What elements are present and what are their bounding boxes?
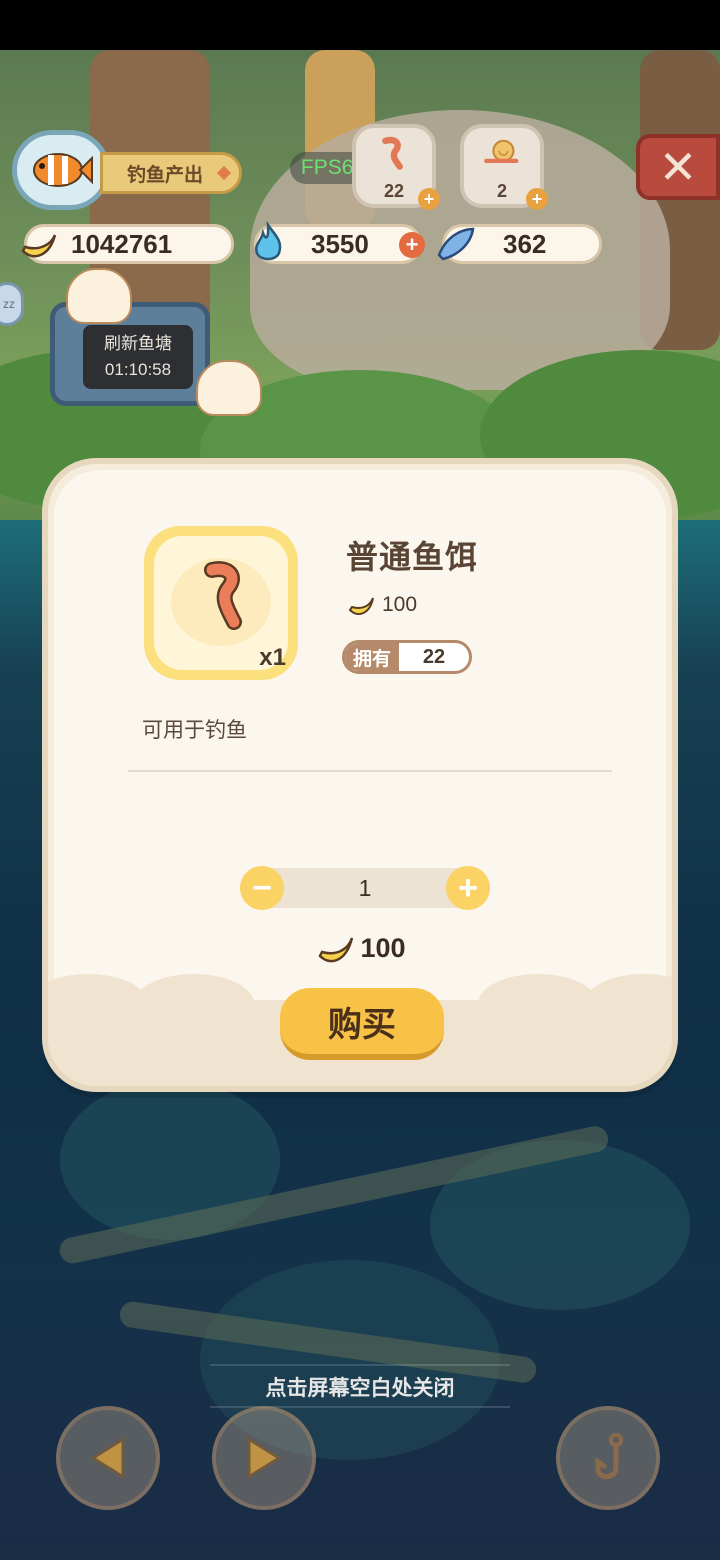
item-price: 100 — [346, 590, 417, 620]
banana-currency: 1042761 — [21, 224, 234, 264]
sleep-icon[interactable]: zz — [0, 282, 24, 326]
banana-icon — [21, 234, 57, 258]
fish-currency: 362 — [437, 224, 602, 264]
banana-value: 1042761 — [71, 228, 173, 259]
close-button[interactable]: ✕ — [636, 134, 720, 200]
cat-character — [196, 360, 262, 416]
banana-icon — [348, 597, 374, 615]
cat-character — [66, 268, 132, 324]
cast-hook-button[interactable] — [556, 1406, 660, 1510]
owned-label: 拥有 — [345, 643, 399, 671]
worm-icon — [382, 136, 403, 170]
item-name: 普通鱼饵 — [346, 539, 479, 575]
close-icon: ✕ — [658, 141, 698, 193]
previous-button[interactable] — [56, 1406, 160, 1510]
item-quantity-label: x1 — [259, 644, 286, 671]
unit-price-value: 100 — [382, 593, 418, 616]
buy-button[interactable]: 购买 — [280, 988, 444, 1060]
plus-icon: + — [458, 869, 478, 907]
arrow-right-icon — [247, 1436, 282, 1480]
purchase-dialog: x1 普通鱼饵 100 拥有 22 可用于钓鱼 − 1 + 100 购买 — [42, 458, 678, 1092]
arrow-left-icon — [90, 1436, 125, 1480]
diamond-icon — [216, 165, 232, 181]
owned-badge: 拥有 22 — [342, 640, 472, 674]
flame-currency: 3550 + — [254, 221, 425, 264]
snail-icon — [484, 139, 519, 163]
increase-button[interactable]: + — [446, 866, 490, 910]
blue-flame-icon — [255, 221, 282, 261]
hint-divider — [210, 1364, 510, 1366]
bait-slot-worm[interactable]: 22 + — [352, 124, 440, 210]
bait-slot-snail[interactable]: 2 + — [460, 124, 548, 210]
fishing-output-button[interactable]: 钓鱼产出 — [100, 152, 242, 194]
fish-value: 362 — [503, 228, 547, 259]
next-button[interactable] — [212, 1406, 316, 1510]
owned-value: 22 — [422, 645, 446, 668]
fishing-hook-icon — [595, 1433, 623, 1479]
quantity-stepper: − 1 + — [240, 866, 490, 910]
fishing-output-label: 钓鱼产出 — [127, 164, 204, 186]
flame-value: 3550 — [311, 228, 369, 259]
close-hint: 点击屏幕空白处关闭 — [265, 1377, 455, 1400]
add-bait-icon[interactable]: + — [526, 188, 548, 210]
total-price-value: 100 — [360, 932, 406, 963]
refresh-screen: 刷新鱼塘 01:10:58 — [83, 325, 193, 389]
fish-badge[interactable] — [12, 130, 110, 210]
refresh-timer: 01:10:58 — [104, 360, 172, 379]
total-price: 100 — [48, 928, 672, 968]
item-icon-frame: x1 — [144, 526, 298, 680]
add-bait-icon[interactable]: + — [418, 188, 440, 210]
divider — [128, 770, 612, 772]
blue-fish-icon — [437, 227, 475, 261]
clownfish-icon — [33, 153, 93, 187]
refresh-label: 刷新鱼塘 — [104, 334, 172, 353]
status-bar — [0, 0, 720, 50]
banana-icon — [318, 937, 354, 963]
item-description: 可用于钓鱼 — [142, 719, 247, 742]
add-flame-icon[interactable]: + — [399, 232, 425, 258]
